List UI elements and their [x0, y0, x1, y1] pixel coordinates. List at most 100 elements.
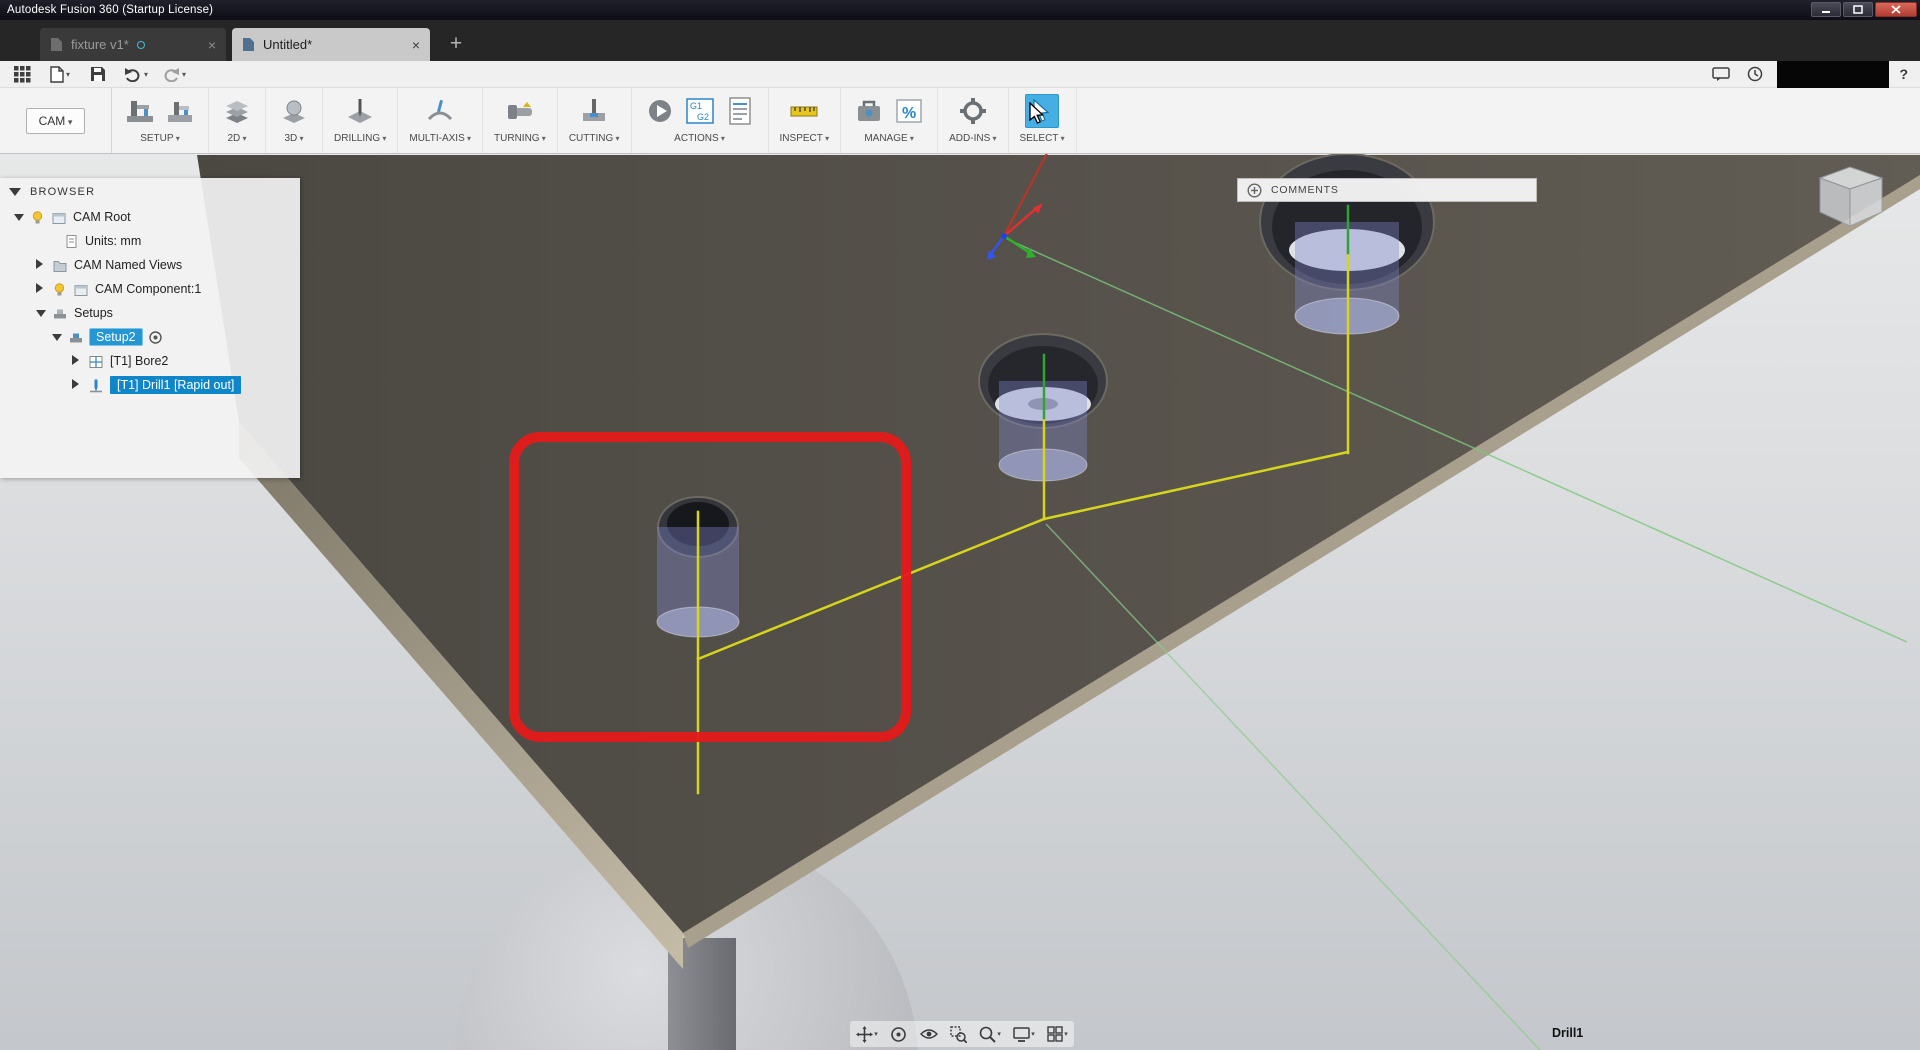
active-setup-radio-icon[interactable] — [148, 330, 163, 345]
svg-text:G2: G2 — [697, 112, 709, 122]
maximize-icon — [1853, 5, 1863, 14]
tab-untitled[interactable]: Untitled* × — [232, 28, 430, 61]
ribbon-group-label[interactable]: SETUP — [140, 133, 180, 144]
2d-milling-button[interactable] — [220, 94, 254, 128]
browser-item-setup2[interactable]: Setup2 — [0, 325, 300, 349]
expander-icon[interactable] — [72, 354, 82, 368]
ribbon-toolbar: CAM SETUP 2D 3D — [0, 88, 1920, 154]
browser-item-bore2[interactable]: [T1] Bore2 — [0, 349, 300, 373]
cutting-button[interactable] — [577, 94, 611, 128]
expander-icon[interactable] — [52, 330, 62, 344]
close-tab-icon[interactable]: × — [412, 38, 420, 52]
ribbon-group-label[interactable]: MULTI-AXIS — [409, 133, 471, 144]
2d-pocket-icon — [226, 101, 248, 123]
feedback-button[interactable] — [1709, 63, 1733, 85]
file-icon — [50, 65, 64, 83]
expander-icon[interactable] — [72, 378, 82, 392]
minimize-button[interactable] — [1811, 2, 1841, 17]
zoom-window-button[interactable] — [950, 1025, 967, 1043]
browser-panel-title: BROWSER — [30, 185, 96, 198]
simulate-icon — [648, 100, 671, 122]
drilling-button[interactable] — [343, 94, 377, 128]
tree-item-label-highlighted[interactable]: [T1] Drill1 [Rapid out] — [110, 376, 242, 394]
browser-item-units[interactable]: Units: mm — [0, 229, 300, 253]
simulate-button[interactable] — [643, 94, 677, 128]
browser-item-named-views[interactable]: CAM Named Views — [0, 253, 300, 277]
setup-stock-icon — [168, 102, 192, 122]
setup-folder-button[interactable] — [163, 94, 197, 128]
ribbon-group-multi-axis: MULTI-AXIS — [398, 88, 484, 153]
title-bar: Autodesk Fusion 360 (Startup License) — [0, 0, 1920, 20]
measure-button[interactable] — [787, 94, 821, 128]
user-account-area[interactable] — [1777, 60, 1890, 88]
save-button[interactable] — [86, 63, 110, 85]
data-panel-button[interactable] — [10, 63, 34, 85]
pan-button[interactable] — [856, 1025, 878, 1043]
multi-axis-button[interactable] — [423, 94, 457, 128]
browser-panel-header[interactable]: BROWSER — [0, 178, 300, 205]
ribbon-group-label[interactable]: ADD-INS — [949, 133, 996, 144]
ribbon-group-label[interactable]: DRILLING — [334, 133, 386, 144]
grid-settings-button[interactable] — [1047, 1026, 1068, 1042]
recent-activity-button[interactable] — [1743, 63, 1767, 85]
3d-milling-button[interactable] — [277, 94, 311, 128]
tree-item-label-selected[interactable]: Setup2 — [90, 329, 142, 345]
feeds-speeds-button[interactable]: % — [892, 94, 926, 128]
maximize-button[interactable] — [1843, 2, 1873, 17]
navigation-bar — [850, 1021, 1074, 1047]
browser-item-drill1[interactable]: [T1] Drill1 [Rapid out] — [0, 373, 300, 397]
expander-icon[interactable] — [14, 210, 24, 224]
viewport-canvas[interactable] — [0, 0, 1920, 1050]
ribbon-group-label[interactable]: TURNING — [494, 133, 546, 144]
ribbon-group-label[interactable]: CUTTING — [569, 133, 620, 144]
clock-icon — [1748, 66, 1763, 82]
zoom-icon — [980, 1026, 997, 1043]
expander-icon[interactable] — [36, 282, 46, 296]
collapse-panel-icon[interactable] — [9, 187, 21, 196]
tool-library-button[interactable] — [852, 94, 886, 128]
new-tab-button[interactable]: + — [444, 32, 468, 56]
tab-fixture-v1[interactable]: fixture v1* × — [40, 28, 226, 61]
view-cube[interactable] — [1798, 158, 1898, 259]
multi-axis-icon — [428, 99, 453, 121]
ribbon-group-label[interactable]: 3D — [284, 133, 303, 144]
browser-item-cam-root[interactable]: CAM Root — [0, 205, 300, 229]
ribbon-group-label[interactable]: 2D — [227, 133, 246, 144]
setup-icon — [70, 333, 82, 342]
expander-icon[interactable] — [36, 306, 46, 320]
turning-button[interactable] — [503, 94, 537, 128]
close-tab-icon[interactable]: × — [208, 38, 216, 52]
help-button[interactable]: ? — [1899, 66, 1908, 82]
close-button[interactable] — [1875, 2, 1917, 17]
ribbon-group-label[interactable]: MANAGE — [864, 133, 914, 144]
undo-button[interactable] — [124, 63, 148, 85]
redo-button[interactable] — [162, 63, 186, 85]
ribbon-group-label[interactable]: ACTIONS — [674, 133, 725, 144]
file-menu-button[interactable] — [48, 63, 72, 85]
expander-icon[interactable] — [36, 258, 46, 272]
ribbon-group-label[interactable]: SELECT — [1020, 133, 1065, 144]
mouse-cursor — [1029, 102, 1045, 124]
view-cube-icon — [1818, 166, 1884, 227]
look-at-button[interactable] — [919, 1027, 938, 1041]
ribbon-group-inspect: INSPECT — [769, 88, 842, 153]
display-settings-button[interactable] — [1013, 1026, 1035, 1042]
browser-item-cam-component[interactable]: CAM Component:1 — [0, 277, 300, 301]
new-setup-button[interactable] — [123, 94, 157, 128]
svg-text:G1: G1 — [690, 101, 702, 111]
workspace-switcher[interactable]: CAM — [25, 107, 86, 134]
component-icon — [52, 212, 66, 224]
orbit-button[interactable] — [890, 1026, 907, 1043]
tree-item-label: CAM Component:1 — [95, 282, 202, 296]
pan-icon — [856, 1025, 874, 1043]
setup-sheet-button[interactable] — [723, 94, 757, 128]
comments-panel[interactable]: COMMENTS — [1237, 178, 1537, 202]
zoom-button[interactable] — [979, 1026, 1001, 1043]
folder-icon — [53, 260, 67, 272]
ribbon-group-label[interactable]: INSPECT — [780, 133, 830, 144]
post-process-button[interactable]: G1 G2 — [683, 94, 717, 128]
add-ins-button[interactable] — [956, 94, 990, 128]
setup-sheet-icon — [728, 97, 751, 125]
browser-item-setups[interactable]: Setups — [0, 301, 300, 325]
look-at-eye-icon — [919, 1029, 938, 1039]
